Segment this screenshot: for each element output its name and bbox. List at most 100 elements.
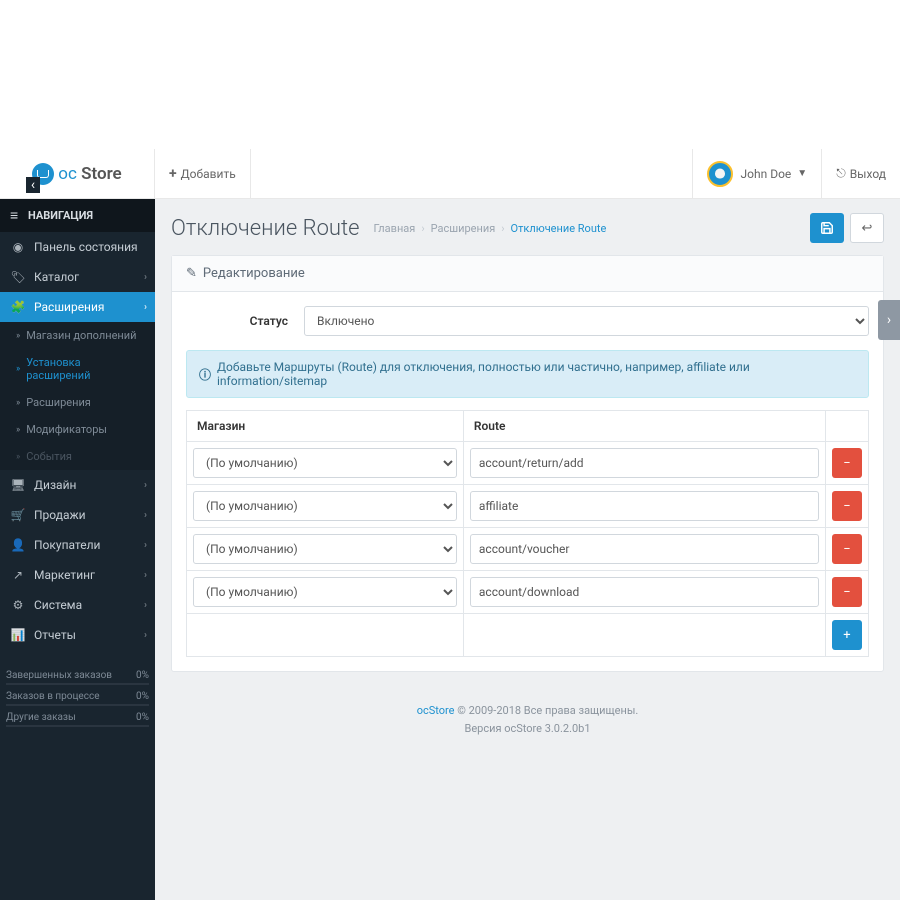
caret-down-icon: ▼	[797, 168, 807, 179]
footer-brand-link[interactable]: ocStore	[417, 704, 455, 717]
minus-icon: −	[843, 499, 850, 514]
stat-row: Заказов в процессе0%	[6, 689, 149, 710]
sidebar-label: Продажи	[34, 508, 86, 522]
table-row: (По умолчанию) −	[187, 528, 869, 571]
minus-icon: −	[843, 456, 850, 471]
route-input[interactable]	[470, 577, 819, 607]
sidebar-item-extensions[interactable]: 🧩 Расширения ›	[0, 292, 155, 322]
sidebar-label: Покупатели	[34, 538, 100, 552]
sidebar-item-customers[interactable]: 👤 Покупатели ›	[0, 530, 155, 560]
body: НАВИГАЦИЯ ◉ Панель состояния 🏷 Каталог ›…	[0, 199, 900, 900]
sidebar-item-sales[interactable]: 🛒 Продажи ›	[0, 500, 155, 530]
plus-icon: +	[843, 628, 850, 643]
store-select[interactable]: (По умолчанию)	[193, 491, 457, 521]
add-button[interactable]: + Добавить	[155, 149, 251, 199]
user-menu[interactable]: John Doe ▼	[692, 149, 822, 199]
add-label: Добавить	[181, 167, 236, 181]
panel: ✎ Редактирование Статус Включено	[171, 255, 884, 672]
breadcrumb-current: Отключение Route	[511, 222, 607, 235]
store-select[interactable]: (По умолчанию)	[193, 534, 457, 564]
logout-label: Выход	[850, 167, 886, 181]
progress-bar	[6, 683, 149, 685]
route-input[interactable]	[470, 534, 819, 564]
stat-row: Завершенных заказов0%	[6, 668, 149, 689]
chevron-right-icon: ›	[144, 600, 147, 611]
submenu-item-modifications[interactable]: »Модификаторы	[0, 416, 155, 443]
breadcrumb: Главная › Расширения › Отключение Route	[373, 222, 606, 235]
submenu-item-extensions[interactable]: »Расширения	[0, 389, 155, 416]
breadcrumb-link[interactable]: Расширения	[431, 222, 496, 235]
status-label: Статус	[186, 314, 304, 328]
user-name: John Doe	[741, 167, 792, 181]
footer-version: Версия ocStore 3.0.2.0b1	[155, 720, 900, 738]
arrow-icon: »	[16, 452, 20, 462]
breadcrumb-sep: ›	[501, 222, 504, 235]
submenu: »Магазин дополнений »Установка расширени…	[0, 322, 155, 470]
sidebar-label: Расширения	[34, 300, 104, 314]
app: oc Store + Добавить John Doe ▼ ⎋ Выход	[0, 149, 900, 900]
page-head: Отключение Route Главная › Расширения › …	[155, 199, 900, 255]
add-row-button[interactable]: +	[832, 620, 862, 650]
gear-icon: ⚙	[10, 598, 26, 612]
store-select[interactable]: (По умолчанию)	[193, 448, 457, 478]
th-store: Магазин	[187, 411, 464, 442]
submenu-item-marketplace[interactable]: »Магазин дополнений	[0, 322, 155, 349]
sidebar-item-reports[interactable]: 📊 Отчеты ›	[0, 620, 155, 650]
puzzle-icon: 🧩	[10, 300, 26, 314]
th-route: Route	[463, 411, 825, 442]
stats: Завершенных заказов0% Заказов в процессе…	[6, 668, 149, 731]
reply-icon: ↩	[862, 221, 873, 236]
sidebar-item-catalog[interactable]: 🏷 Каталог ›	[0, 262, 155, 292]
sidebar-label: Отчеты	[34, 628, 76, 642]
chart-icon: 📊	[10, 628, 26, 642]
sidebar: НАВИГАЦИЯ ◉ Панель состояния 🏷 Каталог ›…	[0, 199, 155, 900]
remove-button[interactable]: −	[832, 577, 862, 607]
routes-table: Магазин Route (По умолчанию) −	[186, 410, 869, 657]
sidebar-item-design[interactable]: 🖥 Дизайн ›	[0, 470, 155, 500]
sidebar-label: Панель состояния	[34, 240, 138, 254]
chevron-right-icon: ›	[144, 630, 147, 641]
status-select[interactable]: Включено	[304, 306, 869, 336]
submenu-item-installer[interactable]: »Установка расширений	[0, 349, 155, 389]
chevron-right-icon: ›	[144, 302, 147, 313]
nav-title: НАВИГАЦИЯ	[0, 199, 155, 232]
dashboard-icon: ◉	[10, 240, 26, 254]
carousel-next-icon[interactable]: ›	[878, 300, 900, 340]
head-actions: ↩	[810, 213, 884, 243]
content: Отключение Route Главная › Расширения › …	[155, 199, 900, 900]
remove-button[interactable]: −	[832, 491, 862, 521]
th-action	[826, 411, 869, 442]
route-input[interactable]	[470, 448, 819, 478]
sidebar-item-dashboard[interactable]: ◉ Панель состояния	[0, 232, 155, 262]
sidebar-label: Каталог	[34, 270, 79, 284]
menu-icon	[10, 207, 22, 224]
remove-button[interactable]: −	[832, 534, 862, 564]
route-input[interactable]	[470, 491, 819, 521]
store-select[interactable]: (По умолчанию)	[193, 577, 457, 607]
stat-row: Другие заказы0%	[6, 710, 149, 731]
plus-icon: +	[169, 166, 177, 182]
save-icon	[820, 221, 834, 235]
submenu-item-events[interactable]: »События	[0, 443, 155, 470]
info-alert: ⓘ Добавьте Маршруты (Route) для отключен…	[186, 350, 869, 398]
logout-button[interactable]: ⎋ Выход	[821, 149, 900, 199]
table-row: (По умолчанию) −	[187, 571, 869, 614]
chevron-right-icon: ›	[144, 510, 147, 521]
save-button[interactable]	[810, 213, 844, 243]
remove-button[interactable]: −	[832, 448, 862, 478]
share-icon: ↗	[10, 568, 26, 582]
back-button[interactable]: ↩	[850, 213, 884, 243]
chevron-right-icon: ›	[144, 570, 147, 581]
footer-copyright: © 2009-2018 Все права защищены.	[454, 704, 638, 717]
sidebar-item-system[interactable]: ⚙ Система ›	[0, 590, 155, 620]
progress-bar	[6, 704, 149, 706]
sidebar-item-marketing[interactable]: ↗ Маркетинг ›	[0, 560, 155, 590]
breadcrumb-link[interactable]: Главная	[373, 222, 415, 235]
sidebar-label: Система	[34, 598, 82, 612]
info-text: Добавьте Маршруты (Route) для отключения…	[217, 360, 856, 388]
panel-body: Статус Включено ⓘ Добавьте Маршруты (Rou…	[172, 292, 883, 671]
arrow-icon: »	[16, 331, 20, 341]
chevron-right-icon: ›	[144, 272, 147, 283]
footer: ocStore © 2009-2018 Все права защищены. …	[155, 688, 900, 757]
logo[interactable]: oc Store	[0, 149, 155, 199]
